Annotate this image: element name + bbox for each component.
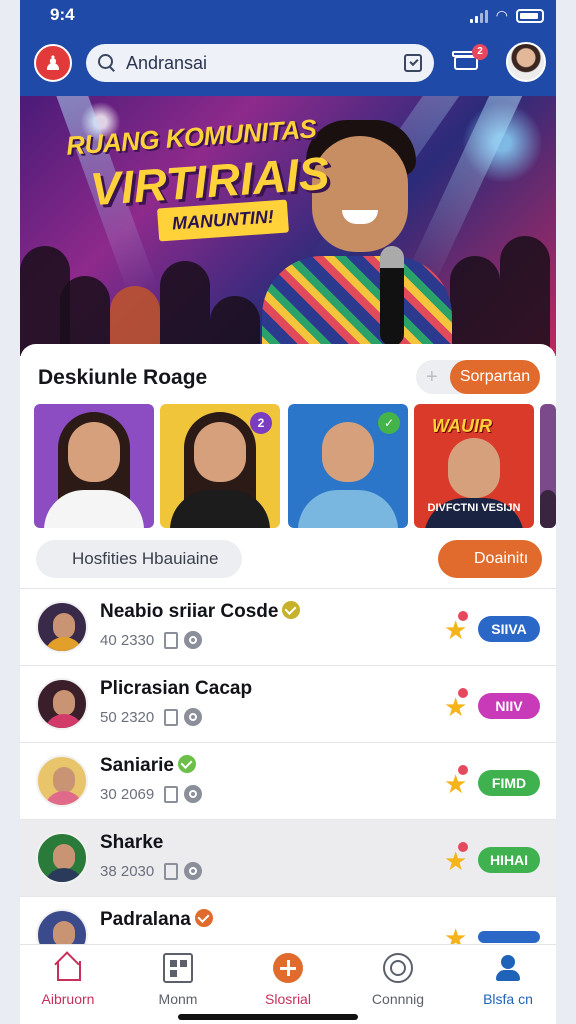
- list-item-meta: 30 2069: [100, 785, 155, 803]
- plus-icon: [273, 953, 303, 983]
- thumbnail-poster-text: WAUIR: [432, 416, 492, 436]
- search-icon: [98, 54, 116, 72]
- nav-item-profile[interactable]: Blsfa cn: [460, 953, 556, 1013]
- status-pill[interactable]: SIIVA: [478, 616, 540, 642]
- thumbnail-card[interactable]: [540, 404, 556, 528]
- ring-icon: [184, 631, 203, 649]
- home-indicator[interactable]: [178, 1014, 358, 1020]
- list-item-meta: 50 2320: [100, 708, 155, 726]
- signal-icon: [469, 9, 488, 23]
- search-bar[interactable]: Andransai: [86, 44, 434, 82]
- search-icon: [48, 551, 64, 567]
- content-panel: Deskiunle Roage + Sorpartan 2 ✓ WAUIR DI…: [20, 344, 556, 961]
- app-screen: 9:4 ◠ ♟ Andransai 2 RUANG KOMUNITAS VIRT…: [20, 0, 556, 1024]
- notification-badge: 2: [472, 44, 488, 60]
- nav-item-menu[interactable]: Monm: [130, 953, 226, 1013]
- wifi-icon: ◠: [495, 7, 508, 23]
- heart-icon: [458, 842, 468, 852]
- bottom-nav: Aibruorn Monm Slosrial Connnig Blsfa cn: [20, 944, 556, 1024]
- verified-icon: [177, 755, 196, 773]
- thumbnail-carousel[interactable]: 2 ✓ WAUIR DIVFCTNI VESIJN: [34, 404, 556, 528]
- profile-avatar[interactable]: [506, 42, 546, 82]
- filter-search-text: Hosfities Hbauiaine: [72, 549, 219, 568]
- list-item[interactable]: Saniarie 30 2069 ★ FIMD: [20, 742, 556, 819]
- document-icon: [164, 631, 179, 649]
- heart-icon: [458, 688, 468, 698]
- list-item[interactable]: Plicrasian Cacap 50 2320 ★ NIIV: [20, 665, 556, 742]
- avatar[interactable]: [36, 832, 88, 884]
- list-item[interactable]: Neabio sriiar Cosde 40 2330 ★ SIIVA: [20, 588, 556, 665]
- nav-item-home[interactable]: Aibruorn: [20, 953, 116, 1013]
- list-item[interactable]: Sharke 38 2030 ★ HIHAI: [20, 819, 556, 896]
- search-input[interactable]: Andransai: [126, 53, 207, 74]
- heart-icon: [458, 765, 468, 775]
- battery-icon: [516, 8, 544, 23]
- status-bar: 9:4 ◠: [20, 0, 556, 30]
- app-logo-icon[interactable]: ♟: [34, 44, 72, 82]
- avatar[interactable]: [36, 755, 88, 807]
- thumbnail-card[interactable]: ✓: [288, 404, 408, 528]
- nav-label: Aibruorn: [41, 991, 95, 1007]
- nav-label: Connnig: [371, 991, 425, 1007]
- home-icon: [53, 953, 83, 983]
- microphone-icon: [380, 246, 404, 346]
- avatar[interactable]: [36, 678, 88, 730]
- verified-icon: [194, 909, 213, 927]
- list-item-name: Neabio sriiar Cosde: [100, 601, 279, 622]
- nav-label: Monm: [158, 991, 198, 1007]
- verified-icon: [282, 601, 301, 619]
- filter-button-label: Doainitı: [474, 550, 529, 567]
- status-time: 9:4: [50, 5, 75, 24]
- document-icon: [164, 785, 179, 803]
- search-icon: [450, 551, 466, 567]
- user-icon: [493, 953, 523, 983]
- nav-label: Blsfa cn: [483, 991, 533, 1007]
- ring-icon: [184, 785, 203, 803]
- ring-icon: [184, 862, 203, 880]
- status-pill[interactable]: FIMD: [478, 770, 540, 796]
- thumbnail-caption: DIVFCTNI VESIJN: [427, 502, 521, 514]
- document-icon: [164, 708, 179, 726]
- sort-button[interactable]: Sorpartan: [450, 360, 540, 394]
- list-item-name: Saniarie: [100, 755, 174, 776]
- app-header: ♟ Andransai 2: [20, 30, 556, 96]
- filter-search-input[interactable]: Hosfities Hbauiaine: [36, 540, 242, 578]
- check-icon: ✓: [378, 412, 400, 434]
- filter-search-button[interactable]: Doainitı: [438, 540, 542, 578]
- clipboard-check-icon[interactable]: [404, 54, 422, 72]
- section-title: Deskiunle Roage: [38, 366, 208, 389]
- list-item-meta: 40 2330: [100, 631, 155, 649]
- thumbnail-badge: 2: [250, 412, 272, 434]
- list-item-name: Padralana: [100, 909, 191, 930]
- heart-icon: [458, 611, 468, 621]
- status-pill[interactable]: HIHAI: [478, 847, 540, 873]
- nav-item-connect[interactable]: Connnig: [350, 953, 446, 1013]
- section-toggle[interactable]: + Sorpartan: [416, 360, 540, 394]
- nav-item-social[interactable]: Slosrial: [240, 953, 336, 1013]
- status-icons: ◠: [469, 7, 544, 24]
- status-pill[interactable]: NIIV: [478, 693, 540, 719]
- hero-banner[interactable]: RUANG KOMUNITAS VIRTIRIAIS MANUNTIN!: [20, 96, 556, 356]
- status-pill[interactable]: [478, 931, 540, 943]
- ring-icon: [184, 708, 203, 726]
- grid-icon: [163, 953, 193, 983]
- list-item-meta: 38 2030: [100, 862, 155, 880]
- thumbnail-card[interactable]: [34, 404, 154, 528]
- thumbnail-card[interactable]: 2: [160, 404, 280, 528]
- document-icon: [164, 862, 179, 880]
- thumbnail-card[interactable]: WAUIR DIVFCTNI VESIJN: [414, 404, 534, 528]
- list-item-name: Plicrasian Cacap: [100, 678, 253, 699]
- avatar[interactable]: [36, 601, 88, 653]
- nav-label: Slosrial: [265, 991, 311, 1007]
- connect-icon: [383, 953, 413, 983]
- list-item-name: Sharke: [100, 832, 164, 853]
- plus-icon[interactable]: +: [426, 366, 438, 389]
